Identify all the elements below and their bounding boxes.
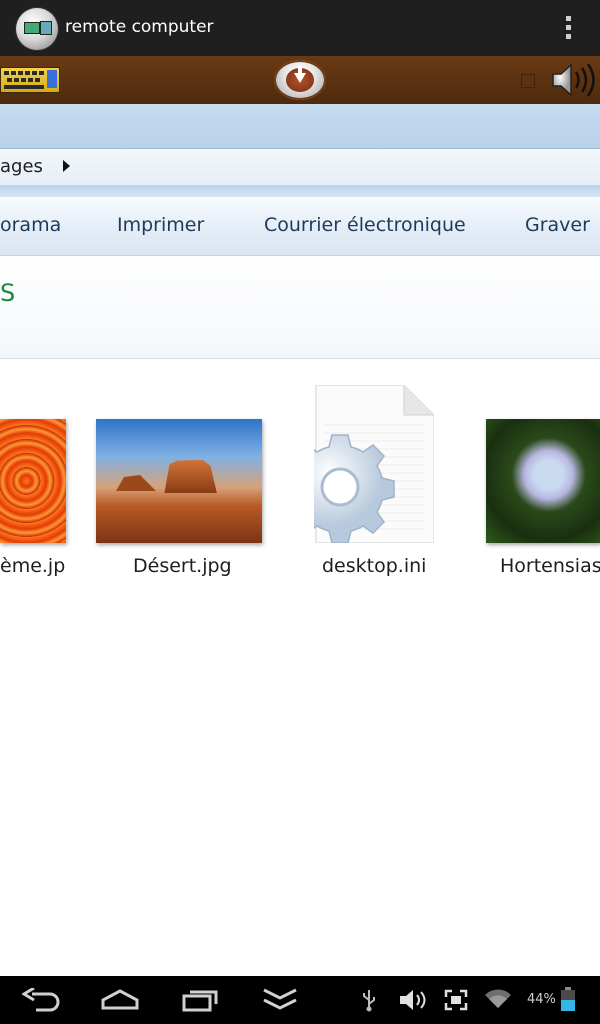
hide-keyboard-icon[interactable] <box>260 986 300 1014</box>
burn-button[interactable]: Graver <box>525 214 590 236</box>
speaker-icon[interactable] <box>549 60 599 100</box>
back-icon[interactable] <box>22 988 60 1012</box>
toolbar-toggle[interactable] <box>521 74 535 88</box>
file-thumbnail[interactable] <box>0 419 66 543</box>
address-bar[interactable] <box>0 148 600 186</box>
breadcrumb[interactable]: ages <box>0 156 43 177</box>
download-button[interactable] <box>274 60 326 100</box>
print-button[interactable]: Imprimer <box>117 214 204 236</box>
wifi-icon <box>485 989 511 1008</box>
home-icon[interactable] <box>100 988 140 1012</box>
breadcrumb-arrow-icon[interactable] <box>63 160 70 172</box>
file-name[interactable]: ème.jp <box>0 555 65 577</box>
window-titlebar <box>0 104 600 148</box>
app-icon[interactable] <box>16 8 58 50</box>
battery-percentage: 44% <box>527 992 556 1007</box>
file-thumbnail[interactable] <box>96 419 262 543</box>
email-button[interactable]: Courrier électronique <box>264 214 466 236</box>
settings-file-icon[interactable] <box>285 384 435 544</box>
library-title: S <box>0 279 16 307</box>
slideshow-button[interactable]: orama <box>0 214 61 236</box>
recent-apps-icon[interactable] <box>182 988 220 1012</box>
file-thumbnail[interactable] <box>486 419 600 543</box>
screenshot-icon <box>444 989 468 1011</box>
file-name[interactable]: desktop.ini <box>322 555 426 577</box>
battery-icon <box>561 987 575 1011</box>
overflow-menu-icon[interactable] <box>560 14 576 44</box>
file-name[interactable]: Hortensias <box>500 555 600 577</box>
file-name[interactable]: Désert.jpg <box>133 555 232 577</box>
usb-icon <box>363 990 375 1012</box>
library-header <box>0 256 600 359</box>
keyboard-icon[interactable] <box>0 67 60 93</box>
divider <box>0 185 600 197</box>
volume-icon <box>400 990 426 1010</box>
app-title: remote computer <box>65 17 214 37</box>
